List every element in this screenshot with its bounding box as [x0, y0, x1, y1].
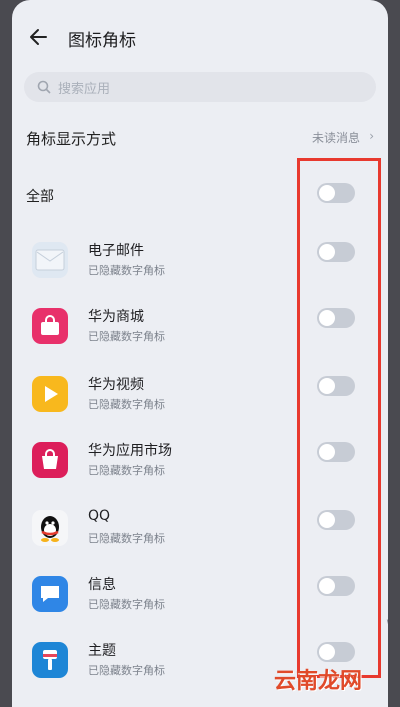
- page-title: 图标角标: [68, 31, 136, 51]
- app-name: 主题: [88, 643, 116, 659]
- qq-icon: [32, 510, 68, 546]
- badge-toggle-themes[interactable]: [317, 642, 355, 662]
- badge-toggle-vmall[interactable]: [317, 308, 355, 328]
- app-name: 华为商城: [88, 309, 144, 325]
- alphabet-index[interactable]: # A B C D E F G H I J K L M N O P Q R S …: [384, 236, 388, 649]
- mail-icon: [32, 242, 68, 278]
- index-letter[interactable]: G: [388, 352, 389, 369]
- all-toggle[interactable]: [317, 183, 355, 203]
- app-name: 信息: [88, 577, 116, 593]
- app-row-video: 华为视频 已隐藏数字角标: [12, 368, 388, 428]
- app-row-qq: QQ 已隐藏数字角标: [12, 502, 388, 562]
- app-status: 已隐藏数字角标: [88, 664, 165, 677]
- search-icon: [37, 80, 51, 94]
- app-name: QQ: [88, 508, 111, 524]
- badge-toggle-qq[interactable]: [317, 510, 355, 530]
- app-row-vmall: 华为商城 已隐藏数字角标: [12, 300, 388, 360]
- badge-toggle-video[interactable]: [317, 376, 355, 396]
- index-letter[interactable]: #: [387, 236, 388, 253]
- badge-toggle-email[interactable]: [317, 242, 355, 262]
- index-letter[interactable]: O: [387, 484, 388, 501]
- app-status: 已隐藏数字角标: [88, 330, 165, 343]
- badge-mode-row[interactable]: 角标显示方式 未读消息 ›: [26, 124, 374, 152]
- index-letter[interactable]: Q: [387, 517, 388, 534]
- badge-toggle-messages[interactable]: [317, 576, 355, 596]
- appgallery-icon: [32, 442, 68, 478]
- app-row-appgallery: 华为应用市场 已隐藏数字角标: [12, 434, 388, 494]
- app-name: 华为应用市场: [88, 443, 172, 459]
- themes-icon: [32, 642, 68, 678]
- app-status: 已隐藏数字角标: [88, 598, 165, 611]
- watermark-text: 云南龙网: [274, 669, 363, 694]
- app-name: 电子邮件: [88, 243, 144, 259]
- back-arrow-icon[interactable]: [26, 24, 52, 50]
- search-placeholder: 搜索应用: [58, 82, 111, 97]
- app-status: 已隐藏数字角标: [88, 264, 165, 277]
- app-row-messages: 信息 已隐藏数字角标: [12, 568, 388, 628]
- app-name: 华为视频: [88, 377, 144, 393]
- app-header: 图标角标: [12, 18, 388, 58]
- app-status: 已隐藏数字角标: [88, 464, 165, 477]
- badge-mode-label: 角标显示方式: [26, 130, 117, 148]
- messages-icon: [32, 576, 68, 612]
- vmall-icon: [32, 308, 68, 344]
- app-status: 已隐藏数字角标: [88, 532, 165, 545]
- video-icon: [32, 376, 68, 412]
- search-input[interactable]: 搜索应用: [24, 72, 376, 102]
- all-label: 全部: [26, 189, 54, 205]
- index-letter[interactable]: W: [387, 616, 388, 633]
- app-status: 已隐藏数字角标: [88, 398, 165, 411]
- phone-screen: 图标角标 搜索应用 角标显示方式 未读消息 › 全部 电子邮件 已隐藏数字角标 …: [12, 0, 388, 707]
- badge-mode-value: 未读消息: [311, 131, 360, 145]
- chevron-right-icon: ›: [369, 129, 374, 143]
- app-row-email: 电子邮件 已隐藏数字角标: [12, 234, 388, 294]
- index-letter[interactable]: M: [387, 451, 388, 468]
- badge-toggle-appgallery[interactable]: [317, 442, 355, 462]
